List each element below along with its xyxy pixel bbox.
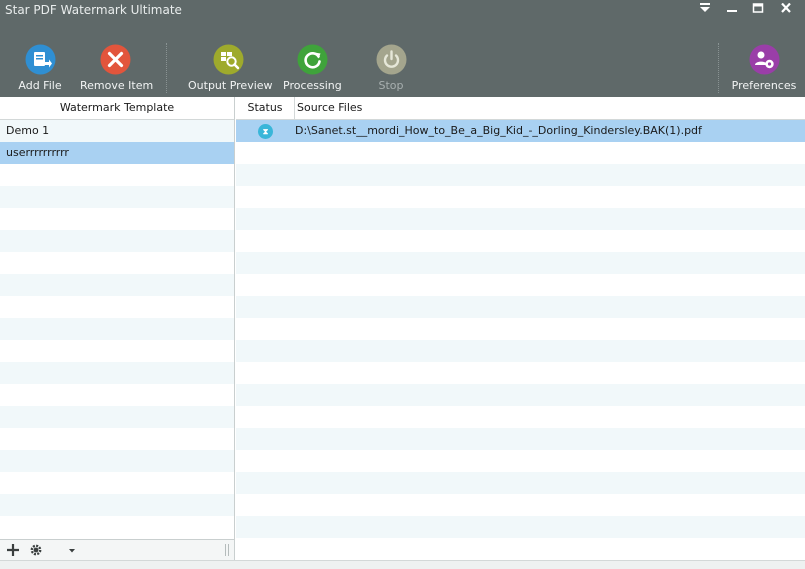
empty-row [236,428,805,450]
files-table-body: ⧗ D:\Sanet.st__mordi_How_to_Be_a_Big_Kid… [236,120,805,560]
status-bar [0,560,805,569]
empty-row [0,208,234,230]
empty-row [236,516,805,538]
empty-row [236,406,805,428]
dropdown-arrow-icon [693,3,717,13]
status-pending-icon: ⧗ [258,124,273,139]
empty-row [0,516,234,538]
template-item[interactable]: userrrrrrrrrr [0,142,234,164]
empty-row [0,406,234,428]
empty-row [0,472,234,494]
empty-row [236,274,805,296]
empty-row [0,164,234,186]
gear-icon [30,544,75,556]
processing-label: Processing [283,79,342,92]
stop-button[interactable]: Stop [373,44,409,96]
template-list: Demo 1 userrrrrrrrrr [0,120,234,539]
empty-row [236,472,805,494]
empty-row [0,230,234,252]
maximize-icon [746,3,770,13]
status-column-header[interactable]: Status [236,97,295,119]
close-icon [774,3,798,13]
table-row[interactable]: ⧗ D:\Sanet.st__mordi_How_to_Be_a_Big_Kid… [236,120,805,142]
template-item[interactable]: Demo 1 [0,120,234,142]
empty-row [236,208,805,230]
preferences-label: Preferences [731,79,797,92]
empty-row [236,362,805,384]
title-toolbar-area: Star PDF Watermark Ultimate Add File Rem… [0,0,805,97]
resize-grip-icon[interactable] [225,544,229,556]
preferences-button[interactable]: Preferences [730,44,798,96]
empty-row [0,340,234,362]
minimize-button[interactable] [720,0,744,18]
empty-row [236,230,805,252]
add-file-button[interactable]: Add File [17,44,63,96]
remove-icon [100,44,131,75]
empty-row [236,340,805,362]
remove-item-button[interactable]: Remove Item [80,44,154,96]
empty-row [0,274,234,296]
plus-icon [7,544,19,556]
empty-row [0,494,234,516]
toolbar-separator [718,43,719,93]
watermark-template-header: Watermark Template [0,97,234,120]
power-icon [376,44,407,75]
window-menu-button[interactable] [693,0,717,18]
window-title: Star PDF Watermark Ultimate [5,3,182,17]
empty-row [236,384,805,406]
toolbar-separator [166,43,167,93]
close-window-button[interactable] [774,0,798,18]
stop-label: Stop [378,79,404,92]
template-panel-footer [0,539,234,560]
empty-row [0,296,234,318]
maximize-button[interactable] [746,0,770,18]
add-file-icon [25,44,56,75]
remove-item-label: Remove Item [80,79,154,92]
empty-row [236,164,805,186]
empty-row [236,494,805,516]
source-files-panel: Status Source Files ⧗ D:\Sanet.st__mordi… [236,97,805,560]
empty-row [236,142,805,164]
processing-button[interactable]: Processing [283,44,342,96]
source-files-column-header[interactable]: Source Files [297,97,362,119]
empty-row [0,362,234,384]
empty-row [236,186,805,208]
output-preview-label: Output Preview [188,79,273,92]
empty-row [0,428,234,450]
empty-row [0,186,234,208]
add-template-button[interactable] [5,542,21,558]
files-table-header: Status Source Files [236,97,805,120]
empty-row [236,318,805,340]
source-file-path: D:\Sanet.st__mordi_How_to_Be_a_Big_Kid_-… [295,124,702,137]
empty-row [0,252,234,274]
empty-row [236,538,805,560]
refresh-icon [297,44,328,75]
empty-row [236,296,805,318]
empty-row [236,252,805,274]
template-settings-dropdown[interactable] [28,542,80,558]
empty-row [236,450,805,472]
users-gear-icon [749,44,780,75]
empty-row [0,450,234,472]
empty-row [0,384,234,406]
preview-icon [213,44,244,75]
add-file-label: Add File [18,79,62,92]
output-preview-button[interactable]: Output Preview [188,44,273,96]
minimize-icon [720,3,744,13]
watermark-template-panel: Watermark Template Demo 1 userrrrrrrrrr [0,97,235,560]
empty-row [0,318,234,340]
